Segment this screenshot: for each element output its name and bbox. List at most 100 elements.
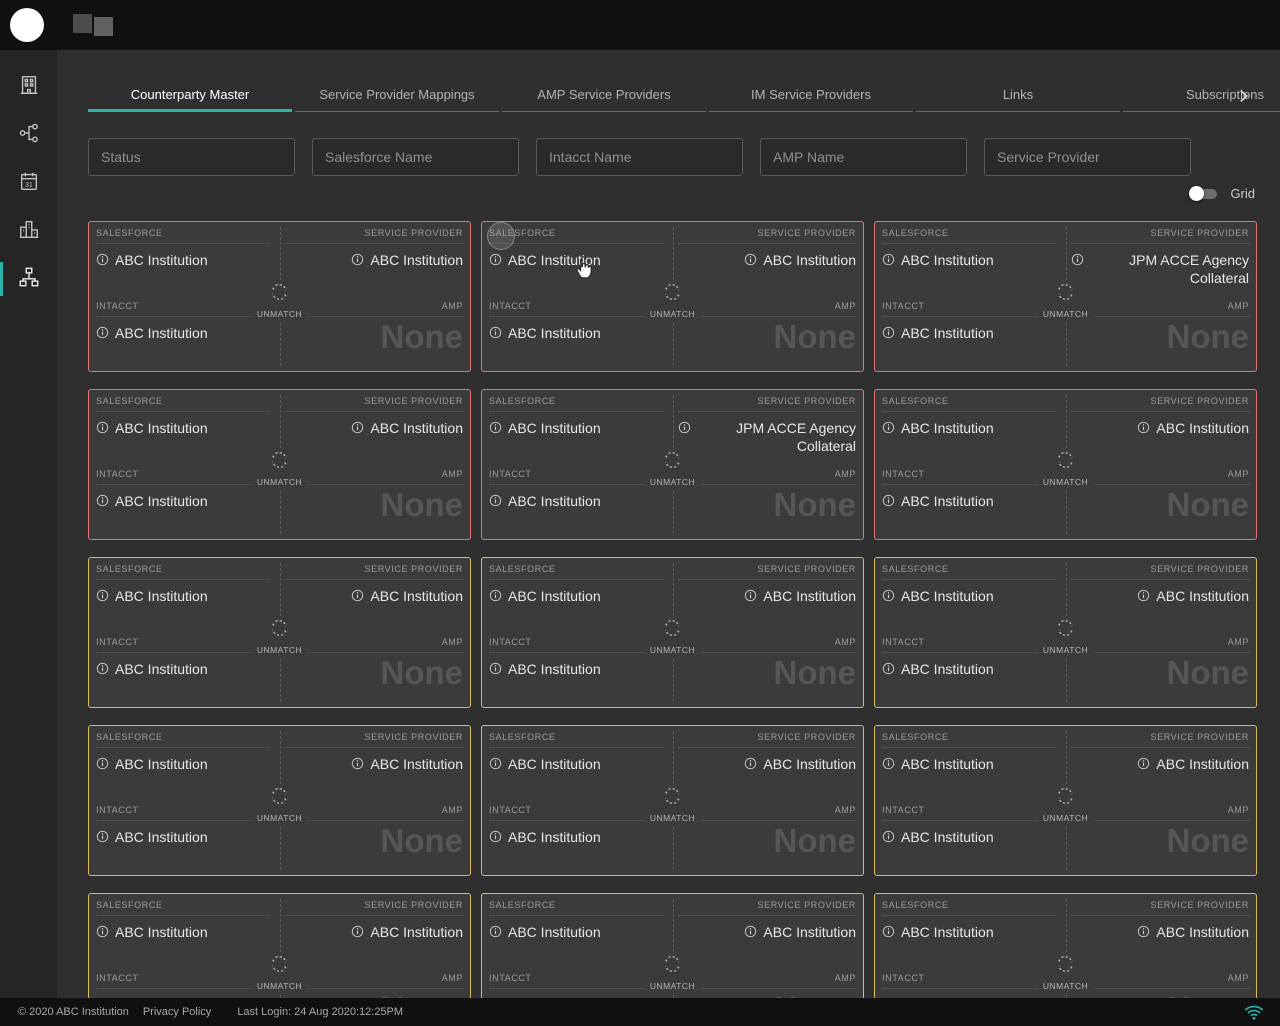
info-icon[interactable] [96, 253, 109, 266]
status-filter-input[interactable] [88, 138, 295, 176]
unmatch-button[interactable]: UNMATCH [644, 280, 701, 321]
unlink-icon [663, 956, 683, 978]
service-provider-filter-input[interactable] [984, 138, 1191, 176]
info-icon[interactable] [1071, 253, 1084, 266]
unlink-icon [270, 452, 290, 474]
info-icon[interactable] [882, 494, 895, 507]
sidebar-item-city[interactable] [0, 207, 57, 255]
mapping-card: SALESFORCE ABC Institution SERVICE PROVI… [874, 557, 1257, 708]
amp-name-filter-input[interactable] [760, 138, 967, 176]
unmatch-button[interactable]: UNMATCH [251, 616, 308, 657]
service-provider-label: SERVICE PROVIDER [678, 732, 856, 748]
info-icon[interactable] [96, 589, 109, 602]
info-icon[interactable] [489, 757, 502, 770]
tab-counterparty-master[interactable]: Counterparty Master [88, 80, 292, 112]
info-icon[interactable] [489, 589, 502, 602]
info-icon[interactable] [882, 662, 895, 675]
unmatch-button[interactable]: UNMATCH [251, 448, 308, 489]
sidebar-item-buildings[interactable] [0, 63, 57, 111]
info-icon[interactable] [489, 494, 502, 507]
amp-value: None [773, 822, 857, 859]
unmatch-button[interactable]: UNMATCH [1037, 784, 1094, 825]
info-icon[interactable] [489, 925, 502, 938]
intacct-name-filter-input[interactable] [536, 138, 743, 176]
salesforce-section: SALESFORCE ABC Institution [489, 900, 663, 941]
tab-bar: Counterparty Master Service Provider Map… [88, 80, 1280, 112]
info-icon[interactable] [351, 589, 364, 602]
unmatch-label: UNMATCH [649, 309, 696, 319]
amp-section: AMP None [1075, 301, 1249, 355]
info-icon[interactable] [96, 494, 109, 507]
info-icon[interactable] [1137, 421, 1150, 434]
info-icon[interactable] [678, 421, 691, 434]
info-icon[interactable] [351, 421, 364, 434]
info-icon[interactable] [882, 253, 895, 266]
info-icon[interactable] [489, 326, 502, 339]
sidebar-item-workflow[interactable] [0, 111, 57, 159]
tab-service-provider-mappings[interactable]: Service Provider Mappings [295, 80, 499, 112]
unmatch-button[interactable]: UNMATCH [1037, 616, 1094, 657]
info-icon[interactable] [1137, 925, 1150, 938]
grid-view-toggle[interactable] [1189, 185, 1218, 201]
intacct-section: INTACCT ABC Institution [489, 805, 663, 846]
info-icon[interactable] [882, 421, 895, 434]
unmatch-button[interactable]: UNMATCH [644, 448, 701, 489]
info-icon[interactable] [744, 757, 757, 770]
unmatch-button[interactable]: UNMATCH [251, 280, 308, 321]
info-icon[interactable] [882, 326, 895, 339]
service-provider-section: SERVICE PROVIDER ABC Institution [1071, 732, 1249, 773]
intacct-value: ABC Institution [489, 828, 663, 846]
sidebar-item-mappings[interactable] [0, 255, 57, 303]
info-icon[interactable] [1137, 589, 1150, 602]
unmatch-button[interactable]: UNMATCH [1037, 952, 1094, 993]
unlink-icon [1056, 956, 1076, 978]
amp-value: None [773, 486, 857, 523]
service-provider-label: SERVICE PROVIDER [1071, 228, 1249, 244]
privacy-policy-link[interactable]: Privacy Policy [143, 1006, 211, 1018]
unmatch-button[interactable]: UNMATCH [644, 784, 701, 825]
info-icon[interactable] [489, 253, 502, 266]
info-icon[interactable] [96, 757, 109, 770]
amp-label: AMP [682, 637, 856, 653]
info-icon[interactable] [744, 589, 757, 602]
info-icon[interactable] [351, 757, 364, 770]
info-icon[interactable] [744, 253, 757, 266]
sidebar-item-calendar[interactable]: 31 [0, 159, 57, 207]
info-icon[interactable] [1137, 757, 1150, 770]
intacct-value: ABC Institution [882, 492, 1056, 510]
intacct-label: INTACCT [489, 469, 663, 485]
info-icon[interactable] [489, 662, 502, 675]
info-icon[interactable] [882, 925, 895, 938]
unmatch-button[interactable]: UNMATCH [1037, 280, 1094, 321]
calendar-icon: 31 [18, 170, 40, 197]
tab-links[interactable]: Links [916, 80, 1120, 112]
tab-im-service-providers[interactable]: IM Service Providers [709, 80, 913, 112]
amp-value: None [773, 318, 857, 355]
salesforce-name-filter-input[interactable] [312, 138, 519, 176]
info-icon[interactable] [489, 421, 502, 434]
unmatch-button[interactable]: UNMATCH [251, 952, 308, 993]
tab-label: Links [1002, 87, 1034, 102]
info-icon[interactable] [96, 830, 109, 843]
info-icon[interactable] [96, 662, 109, 675]
unmatch-button[interactable]: UNMATCH [1037, 448, 1094, 489]
info-icon[interactable] [351, 925, 364, 938]
info-icon[interactable] [744, 925, 757, 938]
unmatch-button[interactable]: UNMATCH [644, 952, 701, 993]
info-icon[interactable] [351, 253, 364, 266]
unmatch-button[interactable]: UNMATCH [644, 616, 701, 657]
info-icon[interactable] [882, 757, 895, 770]
info-icon[interactable] [96, 326, 109, 339]
info-icon[interactable] [882, 589, 895, 602]
info-icon[interactable] [882, 830, 895, 843]
info-icon[interactable] [96, 925, 109, 938]
salesforce-value: ABC Institution [96, 923, 270, 941]
info-icon[interactable] [96, 421, 109, 434]
info-icon[interactable] [489, 830, 502, 843]
app-logo[interactable] [10, 8, 44, 42]
tab-subscriptions[interactable]: Subscriptions [1123, 80, 1280, 112]
tab-amp-service-providers[interactable]: AMP Service Providers [502, 80, 706, 112]
toggle-knob [1189, 185, 1205, 201]
unmatch-button[interactable]: UNMATCH [251, 784, 308, 825]
tabs-scroll-right-button[interactable] [1234, 87, 1252, 105]
